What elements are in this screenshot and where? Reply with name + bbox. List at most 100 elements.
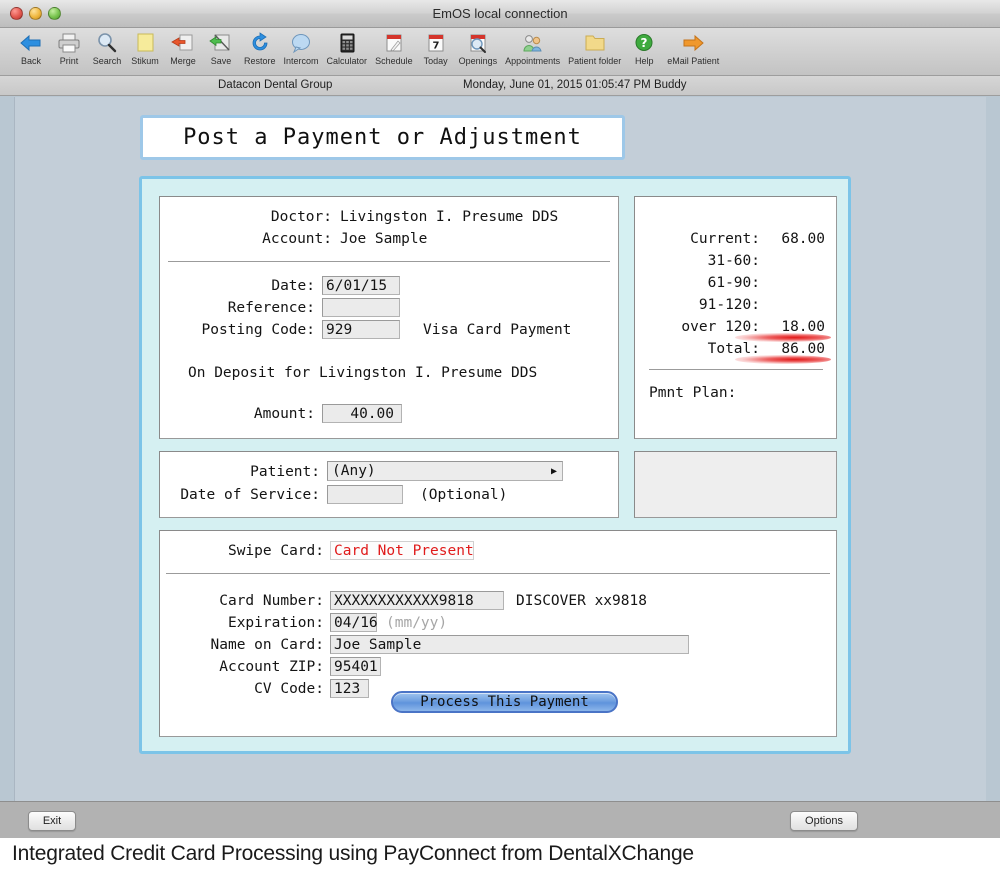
payment-details-panel: Doctor: Livingston I. Presume DDS Accoun…: [159, 196, 619, 439]
toolbar-item-restore[interactable]: Restore: [240, 30, 280, 67]
cv-code-label: CV Code:: [254, 681, 324, 697]
speech-bubble-icon: [286, 30, 316, 56]
cv-code-input[interactable]: 123: [330, 679, 369, 698]
patient-select-value: (Any): [332, 463, 376, 479]
left-arrow-icon: [16, 30, 46, 56]
process-payment-button-label: Process This Payment: [420, 694, 589, 710]
aging-row-value: 86.00: [781, 341, 825, 357]
swipe-card-label: Swipe Card:: [227, 543, 324, 559]
question-circle-icon: ?: [629, 30, 659, 56]
toolbar-item-email-patient[interactable]: eMail Patient: [663, 30, 723, 67]
toolbar-label: eMail Patient: [667, 56, 720, 66]
toolbar-label: Merge: [170, 56, 196, 66]
account-zip-input[interactable]: 95401: [330, 657, 381, 676]
posting-code-input[interactable]: 929: [322, 320, 400, 339]
toolbar-label: Back: [20, 56, 41, 66]
doctor-label: Doctor:: [270, 209, 332, 225]
aging-row-label: over 120:: [681, 319, 760, 335]
app-canvas-inner: Post a Payment or Adjustment Doctor: Liv…: [14, 97, 986, 801]
toolbar-item-appointments[interactable]: Appointments: [501, 30, 564, 67]
toolbar-label: Restore: [244, 56, 276, 66]
date-input[interactable]: 6/01/15: [322, 276, 400, 295]
toolbar-item-back[interactable]: Back: [12, 30, 50, 67]
card-brand-text: DISCOVER xx9818: [516, 593, 647, 609]
card-number-input[interactable]: XXXXXXXXXXXX9818: [330, 591, 504, 610]
toolbar-item-calculator[interactable]: Calculator: [323, 30, 372, 67]
patient-selection-panel: Patient: (Any) ▶ Date of Service: (Optio…: [159, 451, 619, 518]
calendar-magnifier-icon: [463, 30, 493, 56]
toolbar-label: Calculator: [326, 56, 368, 66]
expiration-label: Expiration:: [227, 615, 324, 631]
name-on-card-label: Name on Card:: [210, 637, 325, 653]
organization-name: Datacon Dental Group: [218, 79, 333, 91]
printer-icon: [54, 30, 84, 56]
calendar-day-7-icon: 7: [421, 30, 451, 56]
expiration-hint: (mm/yy): [386, 615, 448, 631]
toolbar-label: Openings: [458, 56, 498, 66]
options-button-label: Options: [805, 815, 843, 827]
svg-text:?: ?: [641, 36, 648, 50]
toolbar-label: Today: [423, 56, 448, 66]
account-value: Joe Sample: [340, 231, 428, 247]
toolbar-item-merge[interactable]: Merge: [164, 30, 202, 67]
toolbar-item-print[interactable]: Print: [50, 30, 88, 67]
options-button[interactable]: Options: [790, 811, 858, 831]
account-label: Account:: [262, 231, 332, 247]
toolbar-item-patient-folder[interactable]: Patient folder: [564, 30, 625, 67]
aging-row-value: 68.00: [781, 231, 825, 247]
toolbar-label: Search: [92, 56, 122, 66]
aging-row-label: Total:: [707, 341, 760, 357]
toolbar-label: Schedule: [375, 56, 413, 66]
credit-card-panel: Swipe Card: Card Not Present Card Number…: [159, 530, 837, 737]
panel-divider: [168, 261, 610, 263]
card-panel-divider: [166, 573, 830, 575]
toolbar-item-help[interactable]: ? Help: [625, 30, 663, 67]
payment-plan-label: Pmnt Plan:: [649, 385, 737, 401]
page-title: Post a Payment or Adjustment: [183, 125, 582, 150]
date-of-service-input[interactable]: [327, 485, 403, 504]
folder-icon: [580, 30, 610, 56]
doctor-value: Livingston I. Presume DDS: [340, 209, 559, 225]
toolbar-item-schedule[interactable]: Schedule: [371, 30, 417, 67]
toolbar-label: Save: [210, 56, 232, 66]
toolbar-item-openings[interactable]: Openings: [455, 30, 502, 67]
amount-label: Amount:: [253, 406, 315, 422]
toolbar-item-save[interactable]: Save: [202, 30, 240, 67]
app-canvas: Post a Payment or Adjustment Doctor: Liv…: [0, 97, 1000, 801]
toolbar-label: Stikum: [131, 56, 159, 66]
refresh-circle-icon: [245, 30, 275, 56]
exit-button[interactable]: Exit: [28, 811, 76, 831]
expiration-input[interactable]: 04/16: [330, 613, 378, 632]
status-infobar: Datacon Dental Group Monday, June 01, 20…: [0, 76, 1000, 96]
main-toolbar: Back Print Search Stikum Merge Save Rest…: [0, 28, 1000, 76]
card-number-label: Card Number:: [219, 593, 324, 609]
aging-row-label: 91-120:: [698, 297, 760, 313]
right-arrow-icon: [678, 30, 708, 56]
account-zip-label: Account ZIP:: [219, 659, 324, 675]
toolbar-item-stikum[interactable]: Stikum: [126, 30, 164, 67]
reference-input[interactable]: [322, 298, 400, 317]
aging-row-label: 31-60:: [707, 253, 760, 269]
process-payment-button[interactable]: Process This Payment: [391, 691, 618, 713]
aging-row-label: 61-90:: [707, 275, 760, 291]
amount-input[interactable]: 40.00: [322, 404, 402, 423]
name-on-card-input[interactable]: Joe Sample: [330, 635, 689, 654]
exit-button-label: Exit: [42, 815, 62, 827]
posting-code-description: Visa Card Payment: [423, 322, 572, 338]
toolbar-label: Print: [59, 56, 79, 66]
swipe-card-status[interactable]: Card Not Present: [330, 541, 474, 560]
reference-label: Reference:: [227, 300, 315, 316]
toolbar-label: Patient folder: [568, 56, 622, 66]
window-title: EmOS local connection: [432, 6, 568, 21]
datetime-user: Monday, June 01, 2015 01:05:47 PM Buddy: [463, 79, 687, 91]
window-titlebar: EmOS local connection: [0, 0, 1000, 28]
svg-text:7: 7: [432, 41, 439, 52]
calendar-pencil-icon: [379, 30, 409, 56]
patient-select[interactable]: (Any) ▶: [327, 461, 563, 481]
aging-row-value: 18.00: [781, 319, 825, 335]
date-of-service-label: Date of Service:: [180, 487, 320, 503]
toolbar-label: Intercom: [283, 56, 319, 66]
toolbar-item-search[interactable]: Search: [88, 30, 126, 67]
toolbar-item-today[interactable]: 7 Today: [417, 30, 455, 67]
toolbar-item-intercom[interactable]: Intercom: [280, 30, 323, 67]
